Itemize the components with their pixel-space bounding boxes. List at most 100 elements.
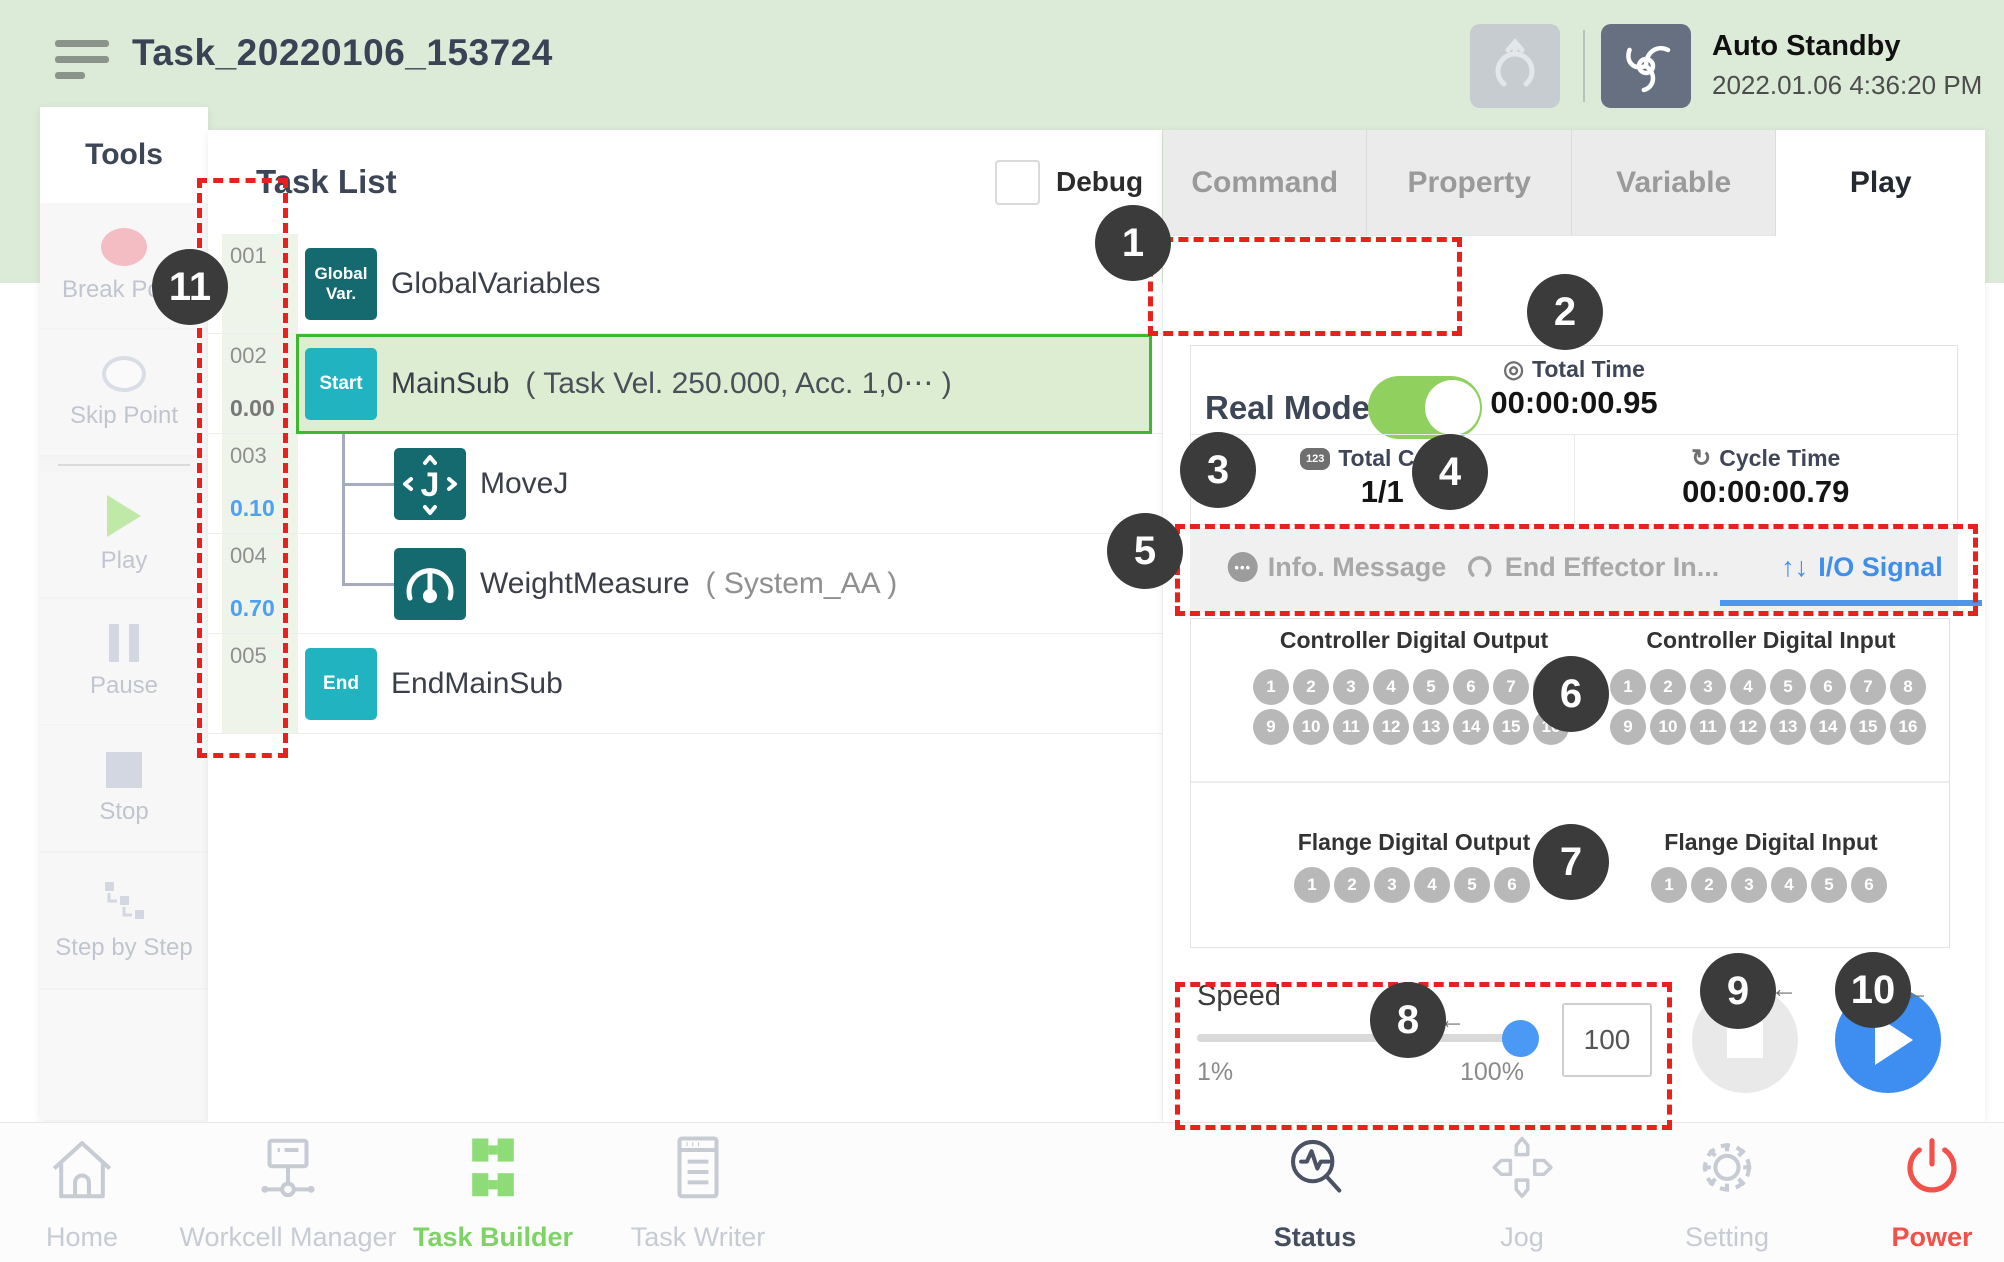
task-row-endmainsub[interactable]: 005 End EndMainSub bbox=[208, 634, 1162, 734]
swirl-icon bbox=[1601, 24, 1691, 108]
nav-jog[interactable]: Jog bbox=[1402, 1129, 1642, 1253]
io-channel: 4 bbox=[1373, 669, 1409, 705]
robot-status-text: Auto Standby bbox=[1712, 30, 1901, 63]
io-channel: 10 bbox=[1650, 709, 1686, 745]
tools-panel-title: Tools bbox=[40, 107, 208, 203]
step-by-step-label: Step by Step bbox=[55, 934, 192, 962]
callout-badge: 8 bbox=[1370, 982, 1446, 1058]
tab-command[interactable]: Command bbox=[1163, 130, 1367, 236]
setting-icon bbox=[1690, 1129, 1764, 1215]
callout-badge: 11 bbox=[152, 249, 228, 325]
header-divider bbox=[1583, 30, 1585, 102]
tree-connector bbox=[342, 583, 394, 586]
io-channel: 3 bbox=[1374, 867, 1410, 903]
io-channel: 2 bbox=[1293, 669, 1329, 705]
io-channel: 6 bbox=[1851, 867, 1887, 903]
io-channel: 4 bbox=[1414, 867, 1450, 903]
right-panel-tabs: Command Property Variable Play bbox=[1163, 130, 1985, 235]
io-channel: 9 bbox=[1610, 709, 1646, 745]
play-tool-button[interactable]: Play bbox=[40, 472, 208, 599]
task-row-globalvariables[interactable]: 001 Global Var. GlobalVariables bbox=[208, 234, 1162, 334]
flange-input-row: 123456 bbox=[1651, 867, 1887, 903]
callout-badge: 5 bbox=[1107, 513, 1183, 589]
jog-icon bbox=[1485, 1129, 1559, 1215]
start-badge: Start bbox=[305, 348, 377, 420]
io-channel: 7 bbox=[1850, 669, 1886, 705]
callout-badge: 4 bbox=[1412, 434, 1488, 510]
io-channel: 5 bbox=[1811, 867, 1847, 903]
task-list-panel: Task List Debug 001 Global Var. GlobalVa… bbox=[208, 130, 1162, 1122]
io-channel: 6 bbox=[1810, 669, 1846, 705]
task-row-label: EndMainSub bbox=[391, 634, 563, 734]
io-channel: 3 bbox=[1690, 669, 1726, 705]
gripper-status-button[interactable] bbox=[1470, 24, 1560, 108]
io-channel: 3 bbox=[1731, 867, 1767, 903]
stop-label: Stop bbox=[99, 798, 148, 826]
tree-line bbox=[342, 534, 345, 586]
task-row-detail: ( System_AA ) bbox=[706, 567, 898, 600]
callout-badge: 3 bbox=[1180, 432, 1256, 508]
break-point-icon bbox=[101, 228, 147, 266]
io-channel: 4 bbox=[1730, 669, 1766, 705]
clock-icon: ◎ bbox=[1503, 358, 1524, 382]
bottom-navigation: Home Workcell Manager Task Builder Ta bbox=[0, 1122, 2004, 1262]
pause-icon bbox=[109, 624, 139, 662]
tools-divider bbox=[40, 457, 208, 472]
play-icon bbox=[107, 495, 141, 537]
skip-point-button[interactable]: Skip Point bbox=[40, 330, 208, 457]
gauge-icon bbox=[394, 548, 466, 620]
annotation-box bbox=[1148, 237, 1462, 336]
total-time-label: Total Time bbox=[1532, 356, 1645, 383]
annotation-box bbox=[1175, 524, 1978, 616]
debug-checkbox[interactable] bbox=[995, 160, 1040, 205]
pause-label: Pause bbox=[90, 672, 158, 700]
run-stats-box: ◎ Total Time 00:00:00.95 123 Total Count… bbox=[1190, 345, 1958, 525]
nav-task-builder[interactable]: Task Builder bbox=[373, 1129, 613, 1253]
io-channel: 11 bbox=[1333, 709, 1369, 745]
step-by-step-button[interactable]: Step by Step bbox=[40, 853, 208, 990]
robot-mode-button[interactable] bbox=[1601, 24, 1691, 108]
io-channel: 15 bbox=[1850, 709, 1886, 745]
io-channel: 1 bbox=[1294, 867, 1330, 903]
task-row-movej[interactable]: 003 0.10 J MoveJ bbox=[208, 434, 1162, 534]
flange-output-label: Flange Digital Output bbox=[1298, 829, 1531, 856]
play-label: Play bbox=[101, 547, 148, 575]
io-channel: 3 bbox=[1333, 669, 1369, 705]
io-channel: 2 bbox=[1650, 669, 1686, 705]
io-channel: 15 bbox=[1493, 709, 1529, 745]
io-channel: 5 bbox=[1770, 669, 1806, 705]
callout-badge: 6 bbox=[1533, 656, 1609, 732]
io-channel: 1 bbox=[1253, 669, 1289, 705]
nav-workcell-manager[interactable]: Workcell Manager bbox=[168, 1129, 408, 1253]
gripper-icon bbox=[1470, 24, 1560, 108]
callout-badge: 9 bbox=[1700, 953, 1776, 1029]
workcell-manager-icon bbox=[251, 1129, 325, 1215]
controller-output-row2: 910111213141516 bbox=[1253, 709, 1569, 745]
controller-input-row1: 12345678 bbox=[1610, 669, 1926, 705]
flange-output-row: 123456 bbox=[1294, 867, 1530, 903]
total-time-cell: ◎ Total Time 00:00:00.95 bbox=[1191, 346, 1957, 435]
nav-setting[interactable]: Setting bbox=[1607, 1129, 1847, 1253]
tab-variable[interactable]: Variable bbox=[1572, 130, 1776, 236]
status-icon bbox=[1278, 1129, 1352, 1215]
pause-tool-button[interactable]: Pause bbox=[40, 599, 208, 726]
stop-tool-button[interactable]: Stop bbox=[40, 726, 208, 853]
hamburger-menu-icon[interactable] bbox=[55, 40, 115, 88]
task-writer-icon bbox=[661, 1129, 735, 1215]
tab-play[interactable]: Play bbox=[1776, 130, 1985, 236]
nav-power[interactable]: Power bbox=[1812, 1129, 2004, 1253]
tab-property[interactable]: Property bbox=[1367, 130, 1571, 236]
global-var-badge: Global Var. bbox=[305, 248, 377, 320]
task-row-label: MainSub( Task Vel. 250.000, Acc. 1,0⋯ ) bbox=[391, 334, 952, 434]
task-row-weightmeasure[interactable]: 004 0.70 WeightMeasure( System_AA ) bbox=[208, 534, 1162, 634]
io-channel: 13 bbox=[1413, 709, 1449, 745]
task-row-mainsub[interactable]: 002 0.00 Start MainSub( Task Vel. 250.00… bbox=[208, 334, 1162, 434]
nav-status[interactable]: Status bbox=[1195, 1129, 1435, 1253]
total-time-value: 00:00:00.95 bbox=[1191, 385, 1957, 421]
io-channel: 5 bbox=[1454, 867, 1490, 903]
controller-input-row2: 910111213141516 bbox=[1610, 709, 1926, 745]
cycle-time-value: 00:00:00.79 bbox=[1575, 474, 1958, 510]
io-channel: 6 bbox=[1494, 867, 1530, 903]
nav-task-writer[interactable]: Task Writer bbox=[578, 1129, 818, 1253]
io-channel: 6 bbox=[1453, 669, 1489, 705]
